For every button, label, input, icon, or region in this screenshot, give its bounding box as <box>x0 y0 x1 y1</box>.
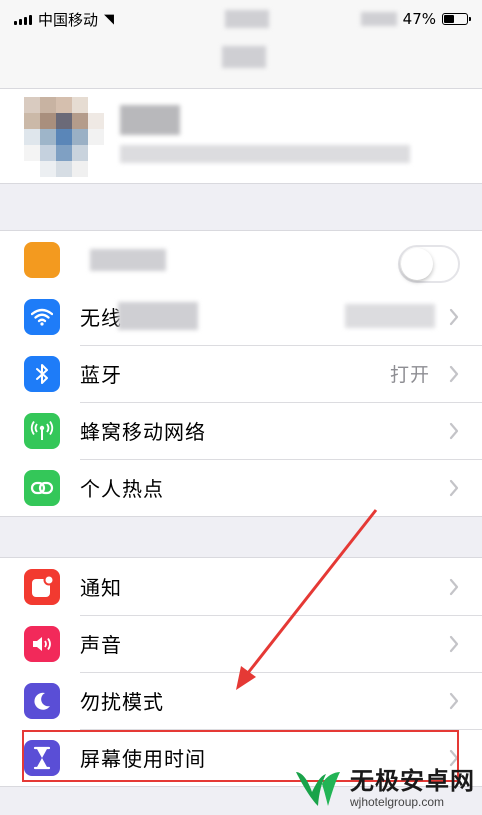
airplane-icon <box>24 241 60 278</box>
status-icons-blur <box>360 12 397 26</box>
profile-subtitle-blur <box>120 145 410 163</box>
settings-row-value: 打开 <box>389 364 430 386</box>
bluetooth-icon <box>24 355 60 392</box>
apple-id-row[interactable] <box>0 88 482 184</box>
settings-row-label: 勿扰模式 <box>80 690 164 714</box>
battery-fill <box>444 15 455 23</box>
wifi-label-blur <box>118 302 198 330</box>
hotspot-icon <box>24 469 60 506</box>
wifi-icon <box>24 298 60 335</box>
notification-icon <box>24 568 60 605</box>
settings-row-label: 通知 <box>80 576 122 600</box>
watermark-url: wjhotelgroup.com <box>350 794 445 809</box>
status-right: 47% <box>360 10 471 28</box>
avatar <box>24 97 104 177</box>
watermark-logo-icon <box>296 771 340 806</box>
settings-row-dnd[interactable]: 勿扰模式 <box>0 672 482 729</box>
settings-row-label: 个人热点 <box>80 477 164 501</box>
clock-blur <box>225 10 269 28</box>
chevron-right-icon <box>442 635 466 653</box>
chevron-right-icon <box>442 692 466 710</box>
signal-icon <box>14 13 32 25</box>
wifi-status-icon: ◥ <box>104 11 115 27</box>
settings-row-bluetooth[interactable]: 蓝牙 打开 <box>0 345 482 402</box>
moon-icon <box>24 682 60 719</box>
settings-row-notifications[interactable]: 通知 <box>0 558 482 615</box>
settings-row-hotspot[interactable]: 个人热点 <box>0 459 482 516</box>
battery-percent: 47% <box>402 10 436 28</box>
hourglass-icon <box>24 739 60 776</box>
settings-row-label: 蓝牙 <box>80 363 122 387</box>
airplane-label-blur <box>90 249 166 271</box>
network-group: 无线蓝牙 打开蜂窝移动网络 个人热点 <box>0 230 482 517</box>
network-rows: 无线蓝牙 打开蜂窝移动网络 个人热点 <box>0 288 482 516</box>
toggle-knob <box>401 248 433 280</box>
status-bar: 中国移动 ◥ 47% <box>0 0 482 38</box>
carrier-label: 中国移动 <box>38 10 99 29</box>
watermark: 无极安卓网 wjhotelgroup.com <box>292 762 482 815</box>
chevron-right-icon <box>442 308 466 326</box>
settings-row-cellular[interactable]: 蜂窝移动网络 <box>0 402 482 459</box>
battery-icon <box>442 13 471 25</box>
nav-title-blur <box>222 46 266 68</box>
settings-row-wifi[interactable]: 无线 <box>0 288 482 345</box>
nav-bar <box>0 38 482 88</box>
watermark-brand: 无极安卓网 <box>350 767 475 796</box>
chevron-right-icon <box>442 578 466 596</box>
general-group: 通知 声音 勿扰模式 屏幕使用时间 <box>0 557 482 787</box>
airplane-mode-toggle[interactable] <box>398 245 460 283</box>
chevron-right-icon <box>442 365 466 383</box>
airplane-mode-row <box>0 231 482 288</box>
wifi-network-blur <box>345 304 435 328</box>
status-left: 中国移动 ◥ <box>14 9 114 30</box>
settings-row-sounds[interactable]: 声音 <box>0 615 482 672</box>
watermark-text: 无极安卓网 wjhotelgroup.com <box>350 767 475 809</box>
antenna-icon <box>24 412 60 449</box>
speaker-icon <box>24 625 60 662</box>
general-rows: 通知 声音 勿扰模式 屏幕使用时间 <box>0 558 482 786</box>
settings-row-label: 蜂窝移动网络 <box>80 420 206 444</box>
profile-name-blur <box>120 105 180 135</box>
chevron-right-icon <box>442 422 466 440</box>
settings-row-label: 声音 <box>80 633 122 657</box>
chevron-right-icon <box>442 479 466 497</box>
